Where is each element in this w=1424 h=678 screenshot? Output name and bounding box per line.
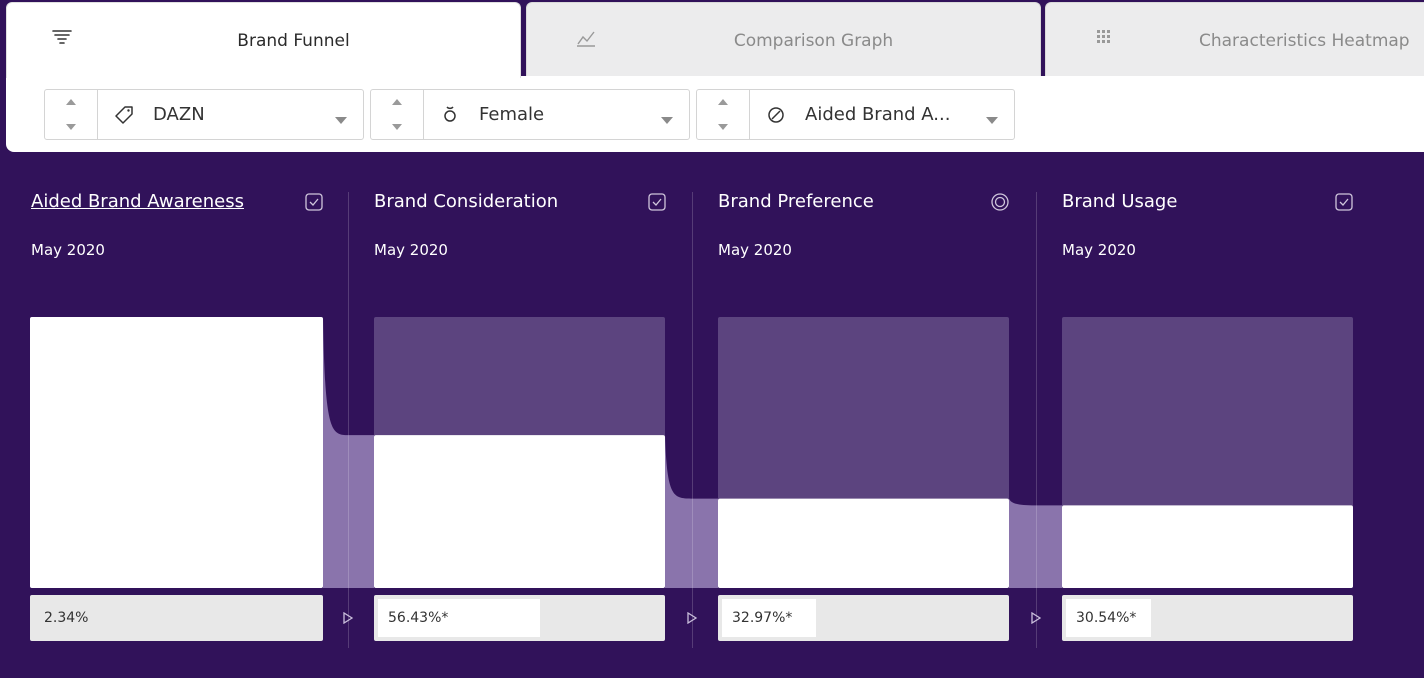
step-down-button[interactable]	[371, 115, 423, 139]
stage-title-brand-consideration: Brand Consideration	[374, 191, 559, 212]
step-down-button[interactable]	[697, 115, 749, 139]
step-down-button[interactable]	[45, 115, 97, 139]
caret-down-icon	[335, 110, 347, 124]
female-icon	[439, 104, 461, 126]
gender-filter-select[interactable]: Female	[370, 89, 690, 140]
stage-value-bar: 32.97%*	[718, 595, 1009, 641]
tag-icon	[113, 104, 135, 126]
brand-filter-select[interactable]: DAZN	[44, 89, 364, 140]
step-up-button[interactable]	[371, 90, 423, 114]
radio-target-icon[interactable]	[991, 193, 1009, 211]
filter-value: Aided Brand A...	[805, 104, 951, 125]
filter-value: DAZN	[153, 104, 205, 125]
chevron-down-icon	[66, 124, 76, 130]
checkbox-icon[interactable]	[648, 193, 666, 211]
chevron-up-icon	[392, 99, 402, 105]
stage-value: 30.54%*	[1066, 599, 1151, 637]
stage-value-bar: 56.43%*	[374, 595, 665, 641]
stage-value: 56.43%*	[378, 599, 540, 637]
arrow-right-icon	[687, 612, 697, 624]
stage-date: May 2020	[374, 241, 448, 259]
step-up-button[interactable]	[45, 90, 97, 114]
metric-filter-select[interactable]: Aided Brand A...	[696, 89, 1015, 140]
metric-stepper	[697, 90, 750, 139]
stage-date: May 2020	[1062, 241, 1136, 259]
funnel-bar-fill	[30, 317, 323, 588]
filter-bar: DAZN Female Aided Brand A...	[6, 76, 1424, 152]
arrow-right-icon	[1031, 612, 1041, 624]
funnel-icon	[51, 27, 73, 49]
filter-value: Female	[479, 104, 545, 125]
funnel-bar-fill	[374, 435, 665, 588]
chevron-down-icon	[392, 124, 402, 130]
gender-stepper	[371, 90, 424, 139]
stage-date: May 2020	[718, 241, 792, 259]
stage-value-bar: 30.54%*	[1062, 595, 1353, 641]
chevron-up-icon	[66, 99, 76, 105]
stage-title-brand-usage: Brand Usage	[1062, 191, 1178, 212]
stage-title-aided-brand-awareness[interactable]: Aided Brand Awareness	[31, 190, 244, 214]
stage-date: May 2020	[31, 241, 105, 259]
chevron-down-icon	[718, 124, 728, 130]
metric-icon	[765, 104, 787, 126]
step-up-button[interactable]	[697, 90, 749, 114]
tab-brand-funnel[interactable]: Brand Funnel	[6, 2, 521, 78]
stage-value-bar: 2.34%	[30, 595, 323, 641]
arrow-right-icon	[343, 612, 353, 624]
funnel-bar-fill	[1062, 505, 1353, 588]
chevron-up-icon	[718, 99, 728, 105]
checkbox-icon[interactable]	[1335, 193, 1353, 211]
stage-divider	[692, 192, 693, 648]
stage-value: 32.97%*	[722, 599, 816, 637]
caret-down-icon	[661, 110, 673, 124]
brand-stepper	[45, 90, 98, 139]
tab-label: Brand Funnel	[237, 31, 350, 51]
caret-down-icon	[986, 110, 998, 124]
stage-value: 2.34%	[44, 610, 89, 626]
stage-divider	[348, 192, 349, 648]
stage-divider	[1036, 192, 1037, 648]
checkbox-icon[interactable]	[305, 193, 323, 211]
funnel-bar-fill	[718, 498, 1009, 588]
stage-title-brand-preference: Brand Preference	[718, 191, 874, 212]
